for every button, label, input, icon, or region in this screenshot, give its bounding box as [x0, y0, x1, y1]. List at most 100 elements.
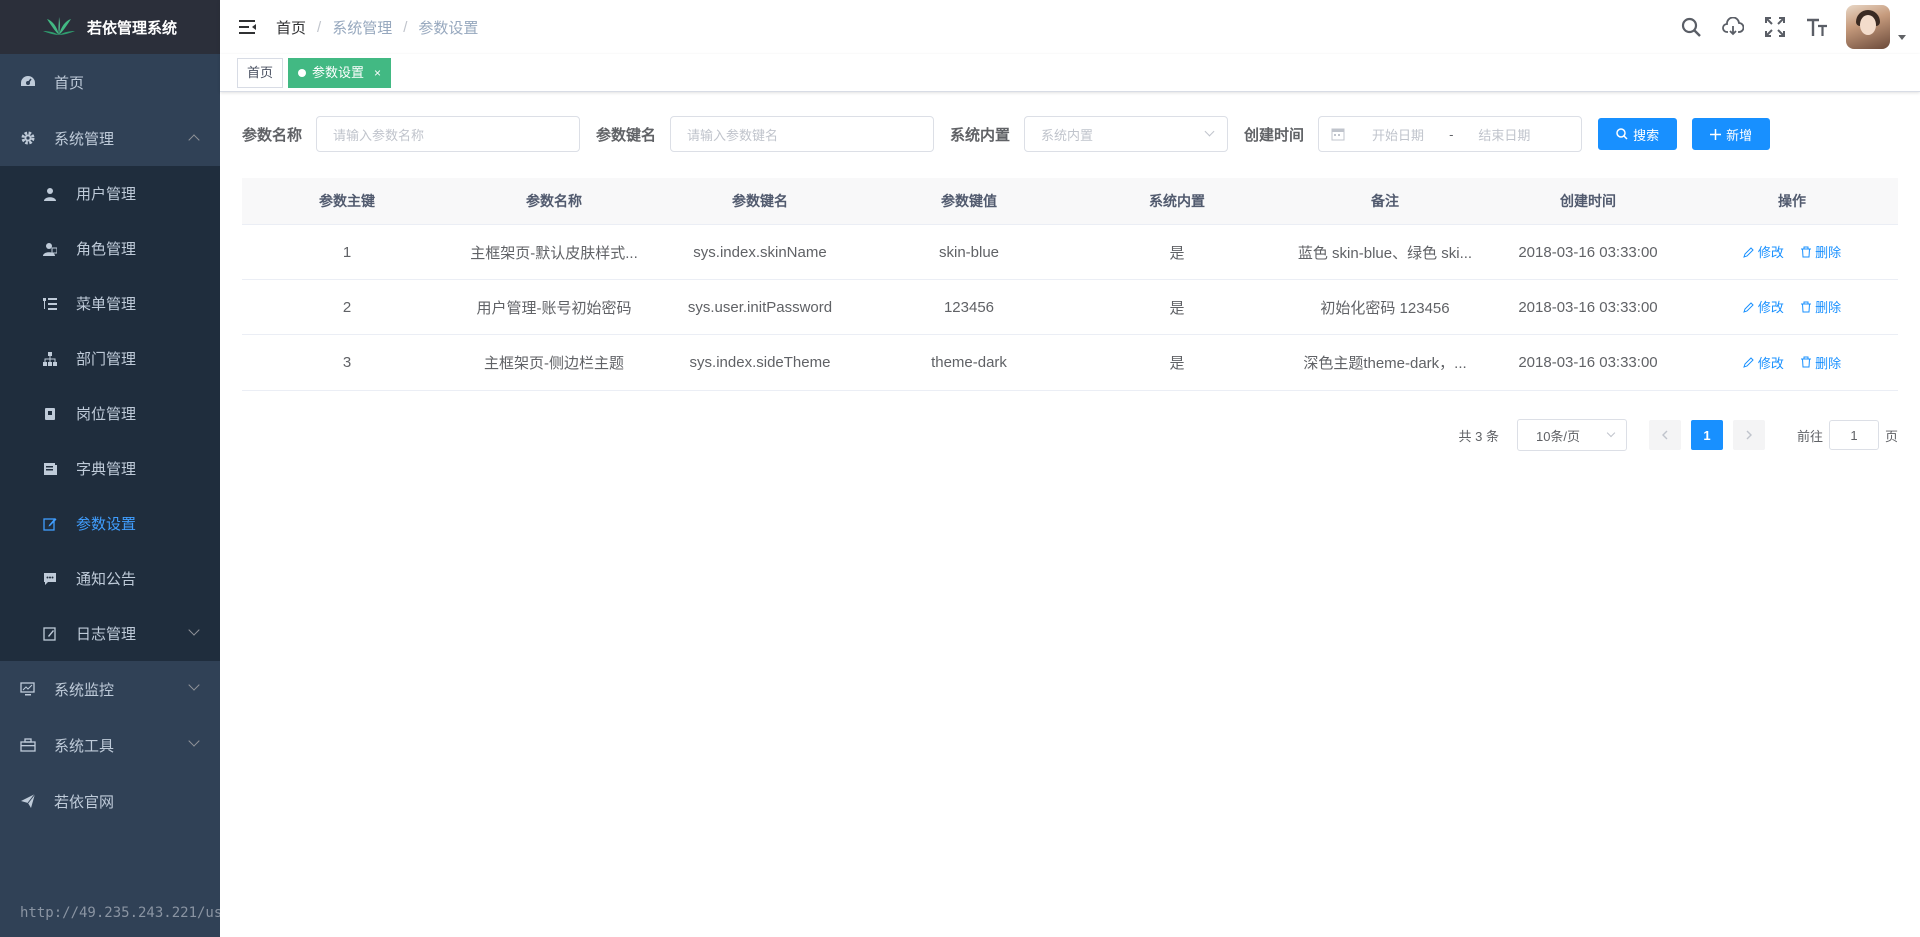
edit-button[interactable]: 修改	[1743, 353, 1784, 372]
config-type-label: 系统内置	[950, 126, 1011, 144]
prev-page-button[interactable]	[1648, 420, 1681, 450]
trash-icon	[1801, 356, 1812, 368]
date-start-placeholder: 开始日期	[1372, 127, 1425, 143]
goto-page-input[interactable]: 1	[1828, 420, 1879, 450]
logo[interactable]: 若依管理系统	[0, 0, 220, 54]
table-cell: 是	[1169, 355, 1185, 372]
post-icon	[42, 406, 58, 422]
sidebar-item-label: 系统管理	[54, 130, 115, 148]
search-button[interactable]: 搜索	[1598, 118, 1678, 150]
sidebar-item-dicts[interactable]: 字典管理	[0, 441, 220, 496]
page-size-select[interactable]: 10条/页	[1516, 419, 1627, 451]
column-header[interactable]: 参数键值	[864, 191, 1074, 211]
sidebar-item-menus[interactable]: 菜单管理	[0, 276, 220, 331]
right-menu	[1670, 0, 1906, 54]
button-label: 新增	[1726, 127, 1753, 143]
sidebar-item-label: 字典管理	[76, 461, 137, 478]
column-header[interactable]: 备注	[1280, 191, 1490, 211]
close-icon[interactable]: ×	[374, 59, 381, 87]
sidebar-item-monitor[interactable]: 系统监控	[0, 661, 220, 717]
breadcrumb-item-system: 系统管理	[332, 19, 393, 37]
edit-button[interactable]: 修改	[1743, 297, 1784, 316]
edit-button[interactable]: 修改	[1743, 242, 1784, 261]
sidebar-item-website[interactable]: 若依官网	[0, 773, 220, 829]
edit-icon	[1743, 302, 1754, 313]
delete-button[interactable]: 删除	[1800, 242, 1841, 261]
search-icon	[1681, 17, 1701, 37]
sidebar-item-home[interactable]: 首页	[0, 54, 220, 110]
date-range-picker[interactable]: 开始日期 - 结束日期	[1318, 116, 1583, 152]
config-key-input[interactable]: 请输入参数键名	[670, 116, 935, 152]
submenu-system: 用户管理 角色管理 菜单管理 部门管理 岗位管理 字典管理 参数设置 通知公告	[0, 166, 220, 661]
placeholder: 系统内置	[1041, 127, 1094, 143]
font-size-button[interactable]	[1796, 0, 1838, 54]
sidebar-item-posts[interactable]: 岗位管理	[0, 386, 220, 441]
plus-icon	[1710, 128, 1722, 140]
column-header[interactable]: 系统内置	[1074, 191, 1280, 211]
config-name-label: 参数名称	[242, 126, 303, 144]
search-icon	[1616, 128, 1628, 140]
config-type-select[interactable]: 系统内置	[1024, 116, 1229, 152]
breadcrumb-item-home[interactable]: 首页	[276, 17, 306, 38]
fullscreen-button[interactable]	[1754, 0, 1796, 54]
table-cell: 1	[342, 243, 352, 261]
search-form: 参数名称 请输入参数名称 参数键名 请输入参数键名 系统内置 系统内置 创建时间…	[242, 116, 1898, 152]
delete-button[interactable]: 删除	[1800, 353, 1841, 372]
sidebar-item-users[interactable]: 用户管理	[0, 166, 220, 221]
button-label: 删除	[1815, 355, 1842, 371]
sidebar-item-label: 通知公告	[76, 571, 137, 588]
tag-home[interactable]: 首页	[237, 57, 284, 88]
pagination-total: 共 3 条	[1458, 428, 1499, 444]
table-cell: 2018-03-16 03:33:00	[1518, 243, 1658, 261]
sidebar-item-notices[interactable]: 通知公告	[0, 551, 220, 606]
paper-plane-icon	[20, 793, 36, 809]
placeholder: 请输入参数名称	[333, 127, 425, 143]
sidebar-item-label: 岗位管理	[76, 406, 137, 423]
goto-prefix: 前往	[1796, 428, 1823, 444]
table-cell: 2018-03-16 03:33:00	[1518, 354, 1658, 371]
menu-fold-icon	[239, 20, 256, 34]
table-row[interactable]: 3 主框架页-侧边栏主题 sys.index.sideTheme theme-d…	[242, 335, 1898, 390]
table-cell: skin-blue	[938, 243, 1000, 261]
date-end-placeholder: 结束日期	[1478, 127, 1531, 143]
sidebar-item-label: 若依官网	[54, 793, 115, 811]
cloud-download-button[interactable]	[1712, 0, 1754, 54]
page-number-button[interactable]: 1	[1690, 420, 1723, 450]
sidebar-item-label: 菜单管理	[76, 296, 137, 313]
next-page-button[interactable]	[1732, 420, 1765, 450]
button-label: 删除	[1815, 245, 1842, 261]
table-row[interactable]: 2 用户管理-账号初始密码 sys.user.initPassword 1234…	[242, 280, 1898, 335]
table-cell: 用户管理-账号初始密码	[476, 299, 632, 317]
tag-config[interactable]: 参数设置 ×	[288, 57, 392, 88]
column-header[interactable]: 参数名称	[452, 191, 656, 211]
sidebar-item-config[interactable]: 参数设置	[0, 496, 220, 551]
sidebar-item-depts[interactable]: 部门管理	[0, 331, 220, 386]
config-table: 参数主键 参数名称 参数键名 参数键值 系统内置 备注 创建时间 操作 1 主框…	[242, 178, 1898, 391]
hamburger-button[interactable]	[220, 0, 276, 54]
config-name-input[interactable]: 请输入参数名称	[316, 116, 581, 152]
column-header[interactable]: 创建时间	[1490, 191, 1686, 211]
chevron-left-icon	[1661, 430, 1668, 440]
sidebar-item-logs[interactable]: 日志管理	[0, 606, 220, 661]
chevron-up-icon	[188, 134, 200, 146]
sidebar-item-roles[interactable]: 角色管理	[0, 221, 220, 276]
row-actions: 修改 删除	[1686, 242, 1898, 262]
caret-down-icon[interactable]	[1898, 34, 1906, 40]
goto-suffix: 页	[1884, 428, 1898, 444]
column-header[interactable]: 参数主键	[242, 191, 452, 211]
navbar: 首页 / 系统管理 / 参数设置	[220, 0, 1920, 54]
edit-icon	[1743, 247, 1754, 258]
add-button[interactable]: 新增	[1692, 118, 1771, 150]
table-cell: 2018-03-16 03:33:00	[1518, 298, 1658, 316]
sidebar-item-system[interactable]: 系统管理	[0, 110, 220, 166]
search-button[interactable]	[1670, 0, 1712, 54]
table-cell: 2	[342, 298, 352, 316]
button-label: 修改	[1757, 300, 1784, 316]
avatar[interactable]	[1846, 5, 1890, 49]
table-row[interactable]: 1 主框架页-默认皮肤样式... sys.index.skinName skin…	[242, 225, 1898, 280]
table-cell: sys.user.initPassword	[687, 298, 833, 316]
column-header[interactable]: 参数键名	[656, 191, 864, 211]
delete-button[interactable]: 删除	[1800, 297, 1841, 316]
sidebar-item-tools[interactable]: 系统工具	[0, 717, 220, 773]
cloud-download-icon	[1722, 17, 1744, 36]
